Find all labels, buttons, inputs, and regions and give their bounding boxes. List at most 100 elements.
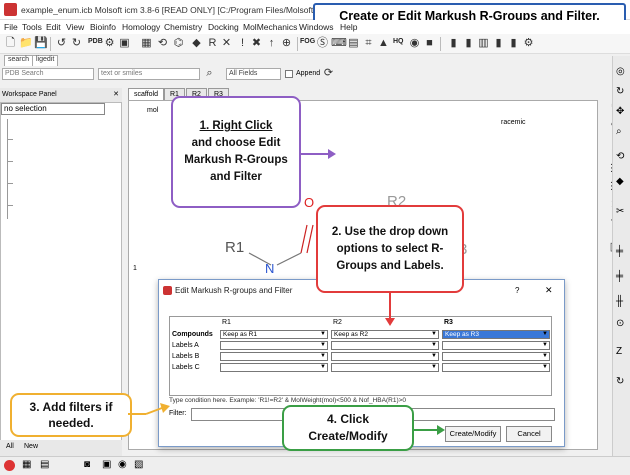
menu-molmechanics[interactable]: MolMechanics [243, 22, 297, 32]
close-icon[interactable]: ✕ [113, 90, 119, 98]
document-icon[interactable]: ▮ [462, 37, 475, 50]
hq-button[interactable]: HQ [393, 38, 404, 45]
align-icon[interactable]: ╪ [616, 246, 623, 257]
labels-a-r2-select[interactable]: ▼ [331, 341, 439, 350]
clip-icon[interactable]: ✂ [616, 206, 624, 217]
chevron-down-icon: ▼ [431, 331, 437, 337]
menu-file[interactable]: File [4, 22, 18, 32]
grid-icon[interactable]: ▤ [347, 37, 360, 50]
mol-rgroup-icon[interactable]: ⌬ [172, 37, 185, 50]
labels-b-r3-select[interactable]: ▼ [442, 352, 550, 361]
target-icon[interactable]: ◉ [408, 37, 421, 50]
labels-b-r2-select[interactable]: ▼ [331, 352, 439, 361]
tree-branch [7, 161, 13, 162]
cross-filled-icon[interactable]: ✖ [250, 37, 263, 50]
menu-view[interactable]: View [66, 22, 84, 32]
camera-icon[interactable]: ◙ [84, 459, 90, 470]
help-button[interactable]: ? [515, 286, 519, 295]
compounds-r2-select[interactable]: Keep as R2 ▼ [331, 330, 439, 339]
close-button[interactable]: ✕ [545, 285, 553, 296]
shapes-icon[interactable]: ◆ [190, 37, 203, 50]
save-icon[interactable]: 💾 [34, 37, 48, 50]
binoculars-icon[interactable]: ⌕ [203, 67, 216, 80]
chain-icon[interactable]: ⚙ [103, 37, 116, 50]
eye-icon[interactable]: ◉ [118, 459, 127, 470]
compounds-r1-select[interactable]: Keep as R1 ▼ [220, 330, 328, 339]
tab-all[interactable]: All [6, 443, 14, 450]
exclaim-icon[interactable]: ! [236, 37, 249, 50]
labels-c-r3-select[interactable]: ▼ [442, 363, 550, 372]
fog-button[interactable]: FOG [300, 38, 315, 45]
cube-icon[interactable]: ■ [423, 37, 436, 50]
keyboard-icon[interactable]: ⌨ [331, 37, 347, 50]
cancel-button[interactable]: Cancel [506, 426, 552, 442]
compounds-r3-select[interactable]: Keep as R3 ▼ [442, 330, 550, 339]
column-header-mol: mol [147, 107, 159, 114]
row-label-labels-a: Labels A [172, 342, 199, 349]
rotate-icon[interactable]: ⟲ [156, 37, 169, 50]
align-icon[interactable]: ╪ [616, 271, 623, 282]
crop-icon[interactable]: ⌗ [362, 37, 375, 50]
grid-icon[interactable]: ▦ [22, 459, 31, 470]
arrow-up-icon[interactable]: ↑ [265, 37, 278, 50]
new-file-icon[interactable]: 🗋 [4, 37, 17, 50]
play-icon[interactable]: ▲ [377, 37, 390, 50]
tab-search[interactable]: search [4, 55, 34, 66]
stop-icon[interactable] [4, 460, 15, 471]
append-checkbox[interactable] [285, 70, 293, 78]
open-folder-icon[interactable]: 📁 [19, 37, 33, 50]
bars-icon[interactable]: ▮ [492, 37, 505, 50]
shape-icon[interactable]: ◆ [616, 176, 624, 187]
menu-help[interactable]: Help [340, 22, 357, 32]
tab-ligedit[interactable]: ligedit [32, 55, 59, 66]
document-icon[interactable]: ▮ [447, 37, 460, 50]
columns-icon[interactable]: ▥ [477, 37, 490, 50]
menu-tools[interactable]: Tools [22, 22, 42, 32]
z-icon[interactable]: Z [616, 346, 622, 357]
image-icon[interactable]: ▧ [134, 459, 143, 470]
undo-icon[interactable]: ↺ [55, 37, 68, 50]
plus-bracket-icon[interactable]: ⊕ [280, 37, 293, 50]
cube-icon[interactable]: ▣ [102, 459, 111, 470]
field-select[interactable]: All Fields [226, 68, 281, 80]
rotate-icon[interactable]: ↻ [616, 86, 624, 97]
menu-docking[interactable]: Docking [208, 22, 239, 32]
labels-c-r2-select[interactable]: ▼ [331, 363, 439, 372]
document-icon[interactable]: ▮ [507, 37, 520, 50]
menu-edit[interactable]: Edit [46, 22, 61, 32]
labels-a-r3-select[interactable]: ▼ [442, 341, 550, 350]
menu-windows[interactable]: Windows [299, 22, 333, 32]
pdb-button[interactable]: PDB [88, 38, 103, 45]
menu-bioinfo[interactable]: Bioinfo [90, 22, 116, 32]
lock-icon[interactable]: ⊙ [616, 318, 624, 329]
refresh-icon[interactable]: ⟳ [322, 67, 335, 80]
labels-b-r1-select[interactable]: ▼ [220, 352, 328, 361]
move-icon[interactable]: ✥ [616, 106, 624, 117]
table-icon[interactable]: ▦ [140, 37, 153, 50]
toolbar-separator [297, 37, 298, 51]
refresh-icon[interactable]: ↻ [616, 376, 624, 387]
menu-homology[interactable]: Homology [122, 22, 160, 32]
menu-chemistry[interactable]: Chemistry [164, 22, 202, 32]
tab-new[interactable]: New [24, 443, 38, 450]
align-icon[interactable]: ╫ [616, 296, 623, 307]
database-select[interactable]: PDB Search [2, 68, 94, 80]
cross-icon[interactable]: ✕ [220, 37, 233, 50]
atom-n: N [265, 261, 275, 276]
target-icon[interactable]: ◎ [616, 66, 625, 77]
labels-c-r1-select[interactable]: ▼ [220, 363, 328, 372]
search-input[interactable]: text or smiles [98, 68, 200, 80]
selection-dropdown[interactable]: no selection [1, 103, 105, 115]
rotate-icon[interactable]: ⟲ [616, 151, 624, 162]
redo-icon[interactable]: ↻ [70, 37, 83, 50]
s-icon[interactable]: Ⓢ [316, 37, 329, 50]
capture-icon[interactable]: ▣ [118, 37, 131, 50]
zoom-icon[interactable]: ⌕ [616, 126, 622, 137]
chevron-down-icon: ▼ [431, 353, 437, 359]
tab-scaffold[interactable]: scaffold [128, 88, 164, 100]
gear-icon[interactable]: ⚙ [522, 37, 535, 50]
document-icon[interactable]: ▤ [40, 459, 49, 470]
labels-a-r1-select[interactable]: ▼ [220, 341, 328, 350]
atom-r-icon[interactable]: R [206, 37, 219, 50]
create-modify-button[interactable]: Create/Modify [445, 426, 501, 442]
